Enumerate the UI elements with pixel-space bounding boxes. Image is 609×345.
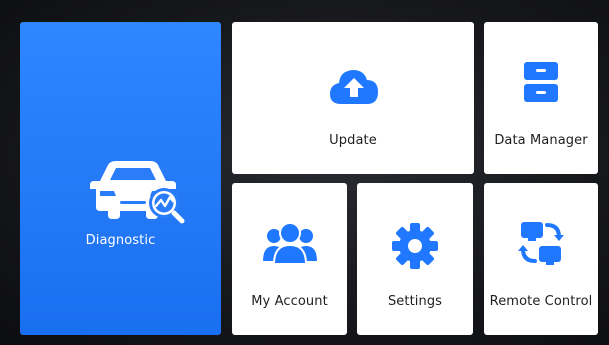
remote-screens-icon (518, 222, 564, 265)
update-label: Update (329, 133, 377, 148)
remote-control-tile[interactable]: Remote Control (484, 183, 598, 335)
remote-control-label: Remote Control (489, 294, 593, 309)
settings-label: Settings (387, 294, 443, 309)
data-manager-tile[interactable]: Data Manager (484, 22, 598, 174)
filing-cabinet-icon (524, 62, 558, 102)
update-tile[interactable]: Update (232, 22, 474, 174)
settings-tile[interactable]: Settings (357, 183, 473, 335)
home-screen: Diagnostic Update Data Manager My Accoun… (0, 0, 609, 345)
diagnostic-tile[interactable]: Diagnostic (20, 22, 221, 335)
my-account-tile[interactable]: My Account (232, 183, 347, 335)
gear-icon (392, 223, 438, 269)
diagnostic-label: Diagnostic (85, 233, 156, 248)
data-manager-label: Data Manager (494, 133, 588, 148)
car-diagnostic-icon (90, 161, 185, 224)
my-account-label: My Account (251, 294, 328, 309)
cloud-upload-icon (330, 70, 378, 104)
users-icon (263, 222, 317, 265)
